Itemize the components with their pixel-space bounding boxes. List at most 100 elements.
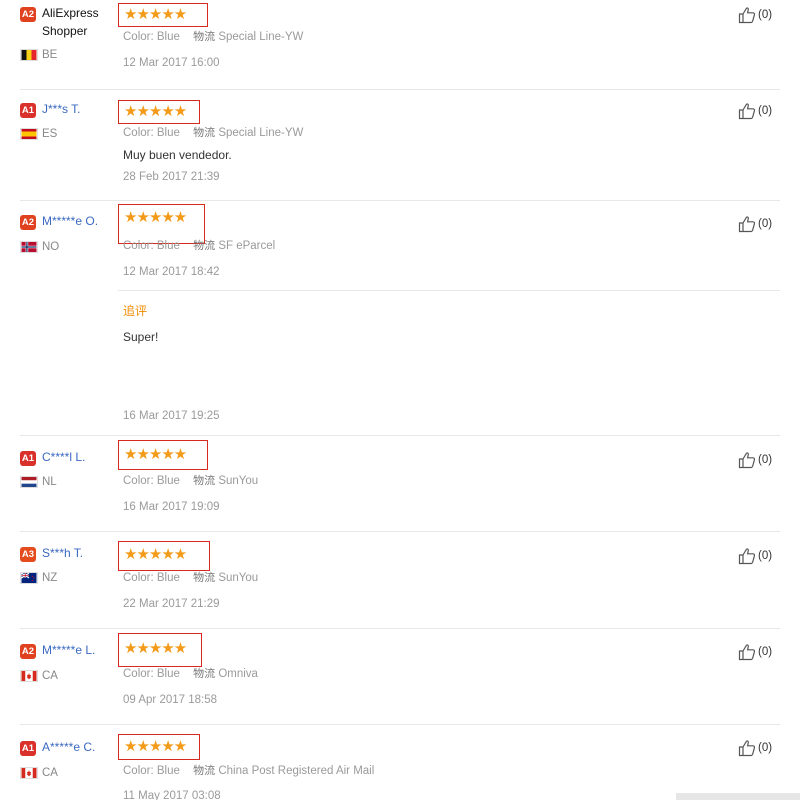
logistics-label: 物流 xyxy=(193,667,216,680)
color-value: Blue xyxy=(156,765,180,777)
buyer-level-badge: A1 xyxy=(20,451,36,466)
color-label: Color: xyxy=(123,572,154,584)
review-item: A1 J***s T. ES ★★★★★ Color: Blue 物流 Spec… xyxy=(0,96,800,200)
review-item: A3 S***h T. NZ ★★★★★ Color: Blue 物流 SunY… xyxy=(0,540,800,628)
thumbs-up-icon xyxy=(738,452,756,469)
country-code: NL xyxy=(42,476,57,488)
review-item: A1 A*****e C. CA ★★★★★ Color: Blue 物流 Ch… xyxy=(0,733,800,800)
rating-highlight-box: ★★★★★ xyxy=(118,100,200,124)
buyer-level-badge: A3 xyxy=(20,547,36,562)
logistics-label: 物流 xyxy=(193,30,216,43)
logistics-value: SunYou xyxy=(218,572,259,584)
helpful-button[interactable]: (0) xyxy=(738,451,772,469)
logistics-value: Special Line-YW xyxy=(218,31,304,43)
reviewer-name[interactable]: M*****e L. xyxy=(42,643,95,657)
helpful-button[interactable]: (0) xyxy=(738,102,772,120)
helpful-count: (0) xyxy=(758,9,773,21)
reviewer-country: CA xyxy=(20,767,58,779)
review-date: 09 Apr 2017 18:58 xyxy=(123,694,217,706)
color-label: Color: xyxy=(123,765,154,777)
logistics-value: China Post Registered Air Mail xyxy=(218,765,375,777)
helpful-button[interactable]: (0) xyxy=(738,215,772,233)
divider xyxy=(20,531,780,532)
color-value: Blue xyxy=(156,31,180,43)
helpful-count: (0) xyxy=(758,550,773,562)
product-attributes: Color: Blue 物流 Special Line-YW xyxy=(123,28,303,44)
thumbs-up-icon xyxy=(738,644,756,661)
divider xyxy=(20,200,780,201)
reviewer-name[interactable]: M*****e O. xyxy=(42,214,98,228)
thumbs-up-icon xyxy=(738,548,756,565)
review-date: 22 Mar 2017 21:29 xyxy=(123,598,220,610)
product-attributes: Color: Blue 物流 China Post Registered Air… xyxy=(123,762,374,778)
flag-ca-icon xyxy=(20,767,38,779)
thumbs-up-icon xyxy=(738,103,756,120)
rating-highlight-box: ★★★★★ xyxy=(118,440,208,470)
product-attributes: Color: Blue 物流 SunYou xyxy=(123,472,258,488)
reviewer-name[interactable]: S***h T. xyxy=(42,546,83,560)
color-value: Blue xyxy=(156,475,180,487)
divider xyxy=(20,628,780,629)
color-value: Blue xyxy=(156,668,180,680)
reviewer-country: NO xyxy=(20,241,59,253)
helpful-count: (0) xyxy=(758,454,773,466)
buyer-level-badge: A1 xyxy=(20,103,36,118)
thumbs-up-icon xyxy=(738,7,756,24)
reviewer-name[interactable]: A*****e C. xyxy=(42,740,95,754)
star-rating: ★★★★★ xyxy=(124,446,187,463)
helpful-count: (0) xyxy=(758,105,773,117)
color-label: Color: xyxy=(123,31,154,43)
color-label: Color: xyxy=(123,127,154,139)
logistics-label: 物流 xyxy=(193,474,216,487)
divider xyxy=(20,724,780,725)
country-code: CA xyxy=(42,767,58,779)
star-rating: ★★★★★ xyxy=(124,209,187,226)
divider xyxy=(20,89,780,90)
helpful-count: (0) xyxy=(758,742,773,754)
thumbs-up-icon xyxy=(738,216,756,233)
country-code: ES xyxy=(42,128,58,140)
logistics-label: 物流 xyxy=(193,764,216,777)
follow-up-label: 追评 xyxy=(123,304,148,318)
flag-ca-icon xyxy=(20,670,38,682)
horizontal-scrollbar[interactable] xyxy=(676,793,800,800)
buyer-level-badge: A1 xyxy=(20,741,36,756)
product-attributes: Color: Blue 物流 Special Line-YW xyxy=(123,124,303,140)
product-attributes: Color: Blue 物流 Omniva xyxy=(123,665,258,681)
review-text: Muy buen vendedor. xyxy=(123,148,232,162)
reviewer-country: CA xyxy=(20,670,58,682)
star-rating: ★★★★★ xyxy=(124,6,187,23)
product-attributes: Color: Blue 物流 SF eParcel xyxy=(123,237,275,253)
review-item: A1 C****l L. NL ★★★★★ Color: Blue 物流 Sun… xyxy=(0,440,800,531)
helpful-button[interactable]: (0) xyxy=(738,6,772,24)
divider xyxy=(20,435,780,436)
follow-up-text: Super! xyxy=(123,330,159,344)
review-item: A2 M*****e O. NO ★★★★★ Color: Blue 物流 SF… xyxy=(0,204,800,435)
review-date: 11 May 2017 03:08 xyxy=(123,790,221,800)
reviewer-name[interactable]: J***s T. xyxy=(42,102,80,116)
logistics-label: 物流 xyxy=(193,126,216,139)
color-value: Blue xyxy=(156,572,180,584)
rating-highlight-box: ★★★★★ xyxy=(118,541,210,571)
buyer-level-badge: A2 xyxy=(20,644,36,659)
star-rating: ★★★★★ xyxy=(124,640,187,657)
flag-nl-icon xyxy=(20,476,38,488)
country-code: CA xyxy=(42,670,58,682)
helpful-button[interactable]: (0) xyxy=(738,643,772,661)
follow-up-date: 16 Mar 2017 19:25 xyxy=(123,410,220,422)
review-date: 12 Mar 2017 18:42 xyxy=(123,266,220,278)
reviewer-name[interactable]: C****l L. xyxy=(42,450,85,464)
helpful-button[interactable]: (0) xyxy=(738,547,772,565)
thumbs-up-icon xyxy=(738,740,756,757)
rating-highlight-box: ★★★★★ xyxy=(118,734,200,760)
helpful-button[interactable]: (0) xyxy=(738,739,772,757)
logistics-value: Special Line-YW xyxy=(218,127,304,139)
color-label: Color: xyxy=(123,475,154,487)
reviewer-country: NZ xyxy=(20,572,57,584)
star-rating: ★★★★★ xyxy=(124,103,187,120)
logistics-label: 物流 xyxy=(193,571,216,584)
review-date: 16 Mar 2017 19:09 xyxy=(123,501,220,513)
buyer-level-badge: A2 xyxy=(20,7,36,22)
reviewer-country: NL xyxy=(20,476,57,488)
flag-no-icon xyxy=(20,241,38,253)
